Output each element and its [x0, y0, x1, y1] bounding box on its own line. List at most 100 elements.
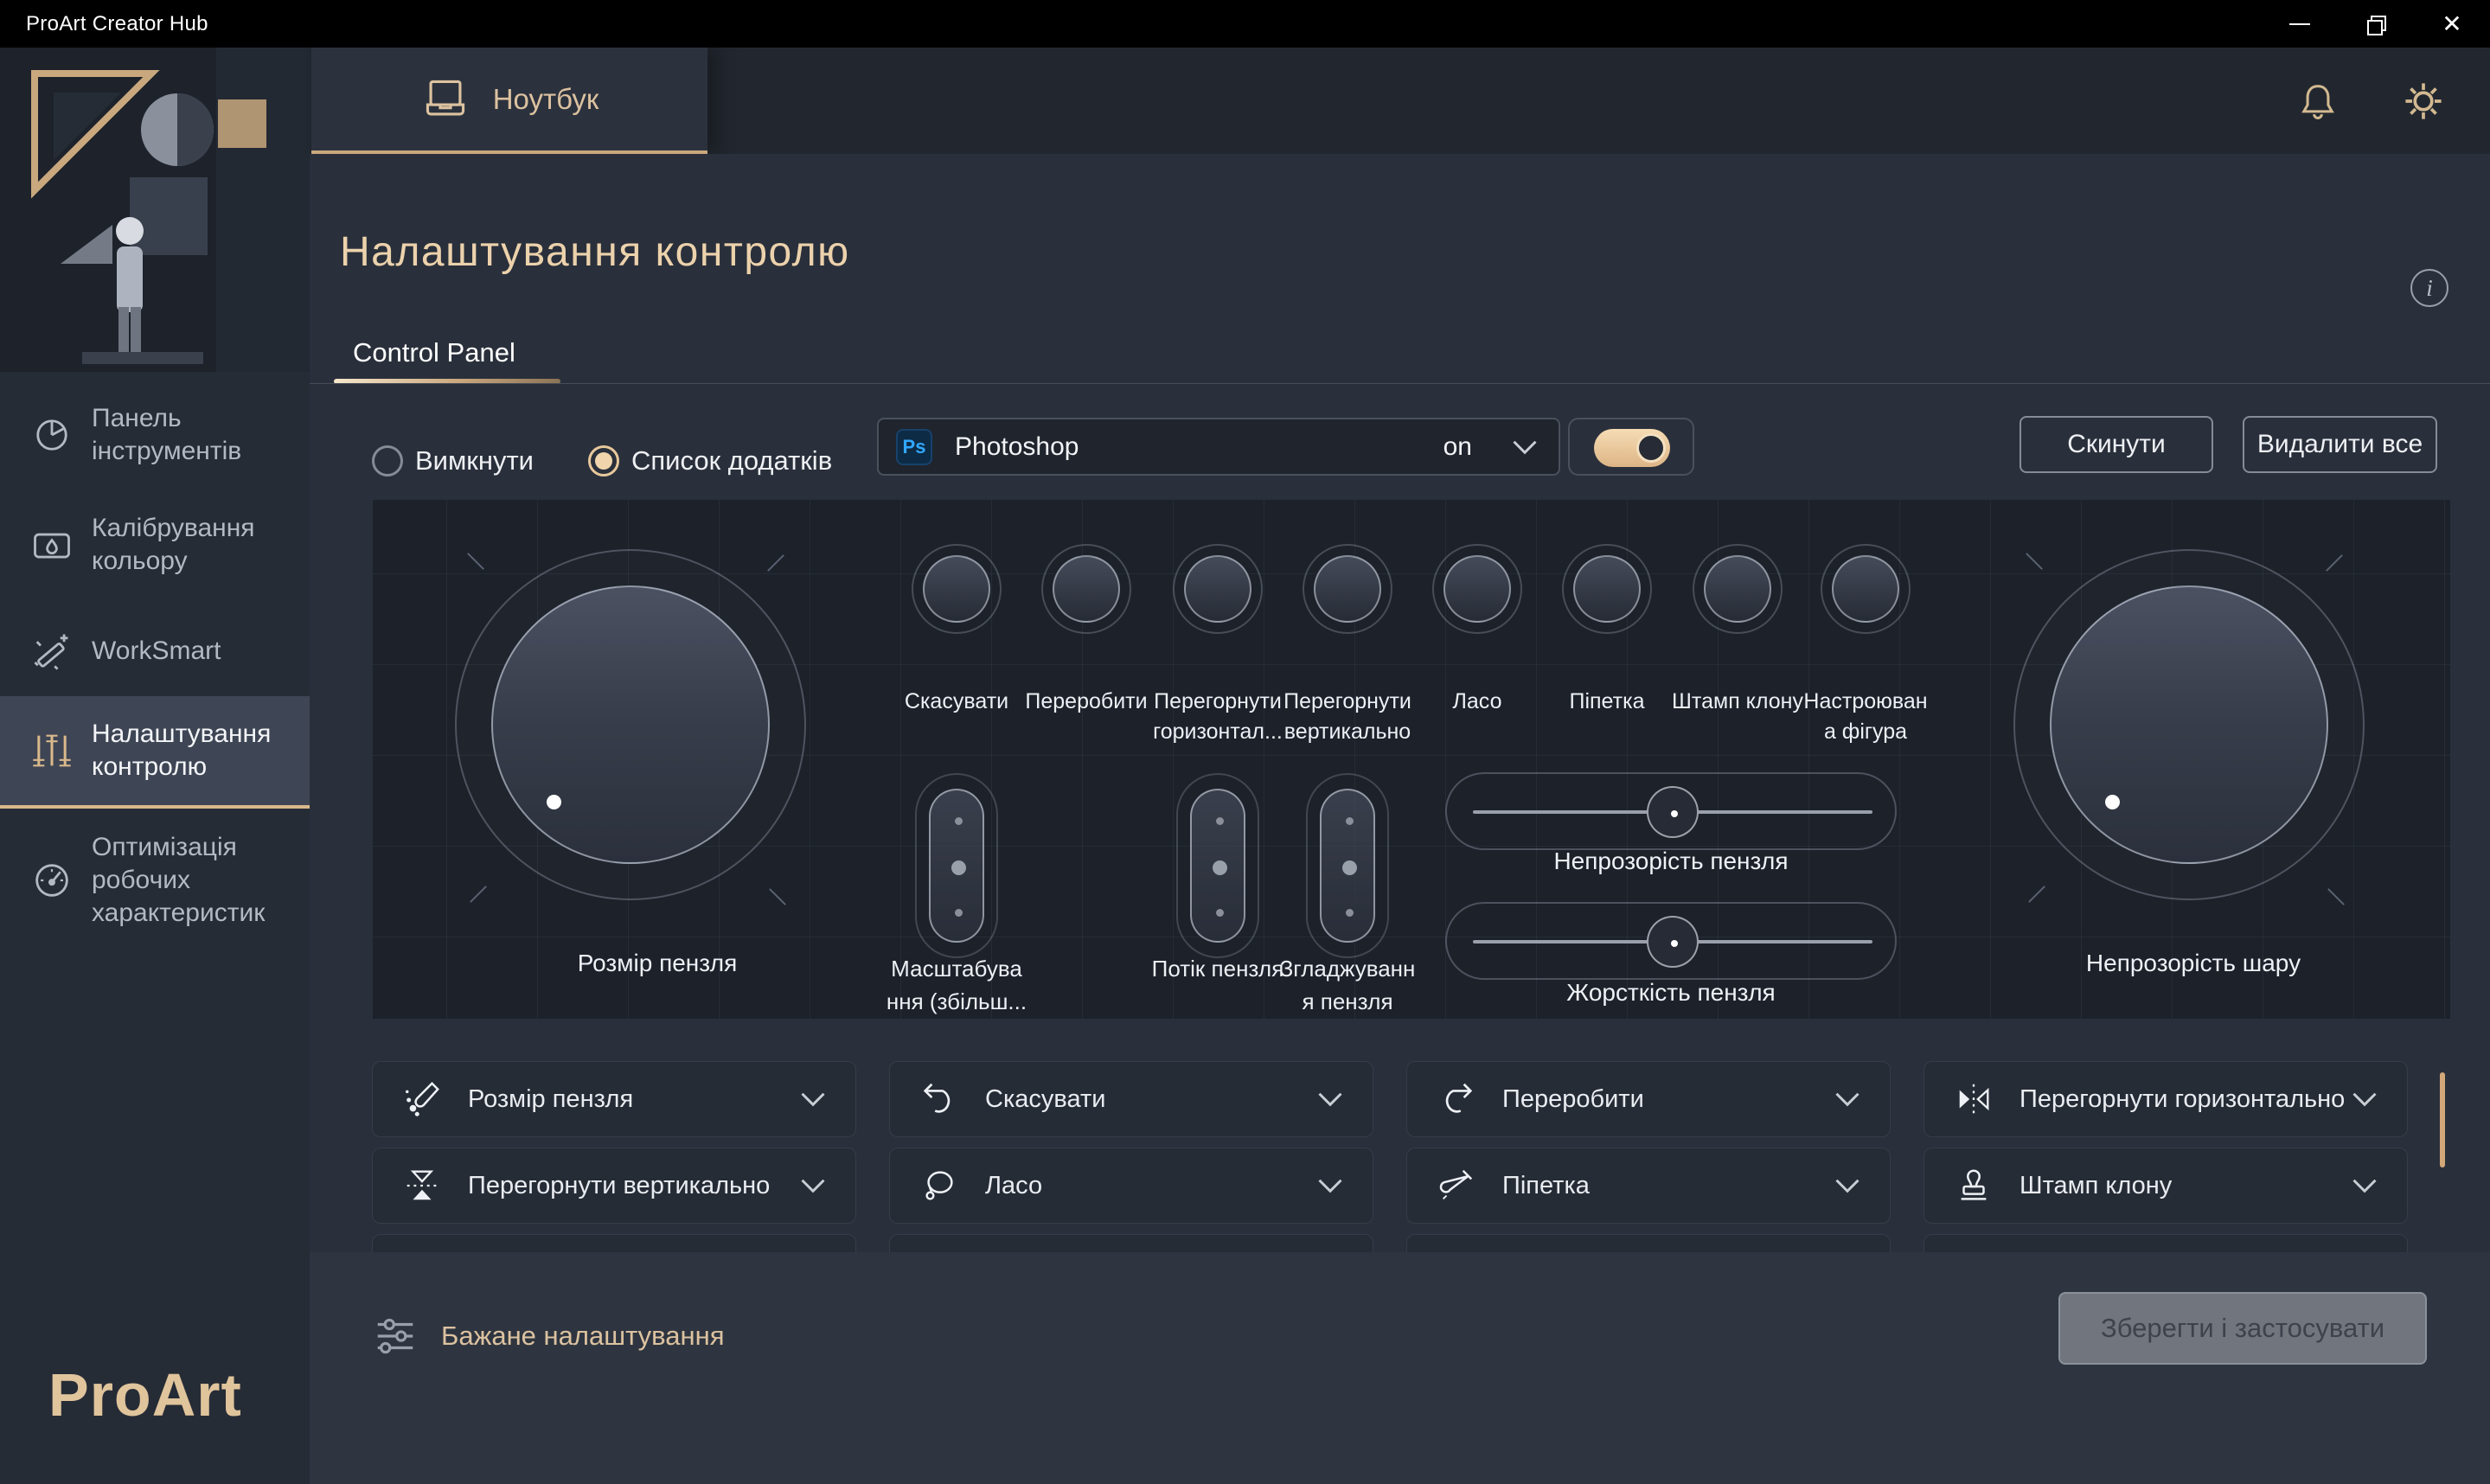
- bottom-bar: Бажане налаштування Зберегти і застосува…: [310, 1252, 2490, 1484]
- knob-face: [1314, 555, 1381, 623]
- knob-undo[interactable]: [912, 544, 1002, 634]
- vslider-label: Згладжування пензля: [1261, 952, 1434, 1018]
- assignment-card-partial[interactable]: [372, 1234, 856, 1252]
- vslider-zoom[interactable]: [915, 773, 998, 958]
- reset-button[interactable]: Скинути: [2020, 416, 2213, 473]
- scrollbar-thumb[interactable]: [2440, 1072, 2445, 1167]
- sidebar-item-dashboard[interactable]: Панель інструментів: [0, 392, 310, 478]
- chevron-down-icon: [1317, 1091, 1343, 1107]
- assignment-card-brush-size[interactable]: Розмір пензля: [372, 1061, 856, 1137]
- sidebar-item-control-settings[interactable]: Налаштування контролю: [0, 696, 310, 809]
- app-state-value[interactable]: on: [1443, 432, 1472, 462]
- assignment-card-undo[interactable]: Скасувати: [889, 1061, 1373, 1137]
- hslider-handle[interactable]: [1647, 786, 1699, 838]
- tab-control-panel[interactable]: Control Panel: [353, 337, 515, 368]
- knob-flip-vertical[interactable]: [1303, 544, 1392, 634]
- settings-gear-icon[interactable]: [2401, 79, 2446, 124]
- main-area: Ноутбук Налаштування контролю i Control …: [310, 48, 2490, 1484]
- eyedropper-icon: [1437, 1166, 1476, 1206]
- hslider-brush-opacity-label: Непрозорість пензля: [1498, 848, 1844, 875]
- knob-label: Піпетка: [1533, 687, 1680, 717]
- knob-lasso[interactable]: [1432, 544, 1522, 634]
- sidebar-item-label: Калібрування кольору: [92, 512, 310, 578]
- assignment-card-flip-vertical[interactable]: Перегорнути вертикально: [372, 1148, 856, 1224]
- assignment-label: Переробити: [1502, 1085, 1644, 1114]
- toggle-knob: [1636, 433, 1666, 463]
- assignment-card-lasso[interactable]: Ласо: [889, 1148, 1373, 1224]
- dial-tick: [2028, 886, 2045, 903]
- knob-face: [1443, 555, 1511, 623]
- app-name: Photoshop: [955, 432, 1079, 462]
- hslider-brush-opacity[interactable]: [1445, 772, 1897, 850]
- app-enabled-toggle[interactable]: [1568, 418, 1694, 476]
- knob-label: Перегорнутигоризонтал...: [1144, 687, 1291, 747]
- sidebar-item-worksmart[interactable]: WorkSmart: [0, 625, 310, 677]
- sidebar: Панель інструментів Калібрування кольору…: [0, 48, 310, 1484]
- proart-logo: ProArt: [48, 1360, 242, 1430]
- proart-creator-hub-window: ProArt Creator Hub ✕: [0, 0, 2490, 1484]
- window-title: ProArt Creator Hub: [26, 12, 208, 36]
- info-icon[interactable]: i: [2410, 269, 2448, 307]
- knob-clone-stamp[interactable]: [1693, 544, 1783, 634]
- assignment-card-redo[interactable]: Переробити: [1406, 1061, 1891, 1137]
- vslider-dot: [1216, 909, 1224, 917]
- control-settings-icon: [29, 728, 74, 773]
- radio-app-list-label: Список додатків: [631, 445, 832, 477]
- knob-flip-horizontal[interactable]: [1173, 544, 1263, 634]
- section-divider: [310, 383, 2490, 384]
- photoshop-app-icon: Ps: [896, 429, 932, 465]
- vslider-track: [929, 789, 984, 943]
- dial-brush-size[interactable]: [455, 549, 806, 900]
- knob-label: Перегорнутивертикально: [1274, 687, 1421, 747]
- radio-disable[interactable]: [372, 445, 403, 477]
- minimize-button[interactable]: [2262, 0, 2338, 48]
- assignment-card-partial[interactable]: [1406, 1234, 1891, 1252]
- save-and-apply-button[interactable]: Зберегти і застосувати: [2058, 1292, 2427, 1365]
- tab-laptop[interactable]: Ноутбук: [311, 48, 707, 154]
- sidebar-item-label: Панель інструментів: [92, 402, 310, 468]
- assignment-label: Розмір пензля: [468, 1085, 633, 1114]
- dial-tick: [769, 888, 786, 905]
- delete-all-button[interactable]: Видалити все: [2243, 416, 2437, 473]
- radio-app-list[interactable]: [588, 445, 619, 477]
- control-settings-page: Налаштування контролю i Control Panel Ви…: [310, 154, 2490, 1252]
- assignment-card-eyedropper[interactable]: Піпетка: [1406, 1148, 1891, 1224]
- preferred-settings[interactable]: Бажане налаштування: [372, 1313, 725, 1359]
- hslider-brush-hardness[interactable]: [1445, 902, 1897, 980]
- chevron-down-icon: [2352, 1091, 2378, 1107]
- notifications-bell-icon[interactable]: [2295, 79, 2340, 124]
- laptop-icon: [420, 74, 470, 125]
- vslider-brush-flow[interactable]: [1176, 773, 1259, 958]
- brush-size-icon: [402, 1079, 442, 1119]
- sidebar-item-performance[interactable]: Оптимізація робочих характеристик: [0, 816, 310, 945]
- restore-button[interactable]: [2338, 0, 2414, 48]
- assignment-label: Штамп клону: [2020, 1172, 2172, 1200]
- dial-layer-opacity[interactable]: [2013, 549, 2365, 900]
- assignment-card-partial[interactable]: [889, 1234, 1373, 1252]
- knob-label: Переробити: [1013, 687, 1160, 717]
- assignment-label: Перегорнути горизонтально: [2020, 1085, 2345, 1114]
- vslider-dot: [955, 817, 963, 825]
- app-select-dropdown[interactable]: Ps Photoshop on: [877, 418, 1560, 476]
- chevron-down-icon: [2352, 1178, 2378, 1193]
- assignment-card-clone-stamp[interactable]: Штамп клону: [1924, 1148, 2408, 1224]
- dashboard-icon: [29, 413, 74, 457]
- assignment-card-partial[interactable]: [1924, 1234, 2408, 1252]
- device-tabstrip: Ноутбук: [310, 48, 2490, 154]
- close-button[interactable]: ✕: [2414, 0, 2490, 48]
- hslider-handle[interactable]: [1647, 916, 1699, 968]
- vslider-brush-smoothing[interactable]: [1306, 773, 1389, 958]
- preferred-settings-label: Бажане налаштування: [441, 1321, 725, 1352]
- chevron-down-icon: [800, 1091, 826, 1107]
- knob-face: [1704, 555, 1771, 623]
- vslider-dot: [1216, 817, 1224, 825]
- vslider-track: [1190, 789, 1245, 943]
- assignment-label: Ласо: [985, 1172, 1042, 1200]
- knob-custom-shape[interactable]: [1821, 544, 1911, 634]
- sidebar-item-color-calibration[interactable]: Калібрування кольору: [0, 502, 310, 588]
- performance-gauge-icon: [29, 858, 74, 903]
- redo-icon: [1437, 1079, 1476, 1119]
- knob-eyedropper[interactable]: [1562, 544, 1652, 634]
- assignment-card-flip-horizontal[interactable]: Перегорнути горизонтально: [1924, 1061, 2408, 1137]
- knob-redo[interactable]: [1041, 544, 1131, 634]
